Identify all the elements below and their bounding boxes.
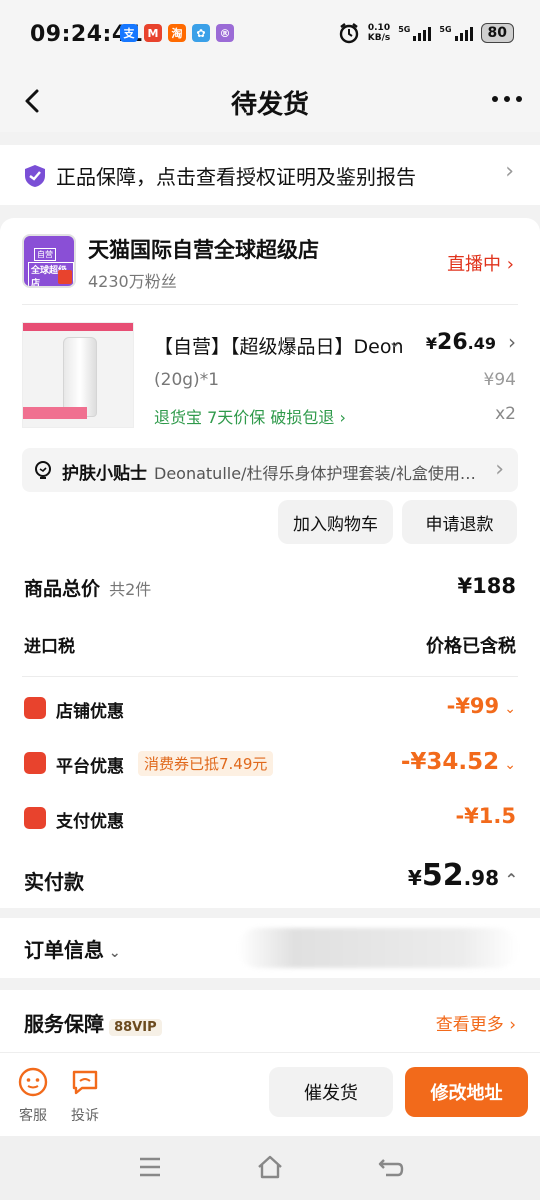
add-to-cart-button[interactable]: 加入购物车: [278, 500, 393, 544]
chevron-right-icon: ›: [506, 254, 514, 275]
chevron-right-icon: ›: [495, 457, 504, 482]
alarm-icon: [339, 23, 358, 44]
net-speed: 0.10 KB/s: [367, 23, 391, 43]
tax-value: 价格已含税: [426, 636, 516, 657]
total-label: 商品总价: [24, 578, 101, 600]
service-label-group: 服务保障 88VIP: [24, 1008, 162, 1037]
home-icon[interactable]: [256, 1154, 284, 1180]
order-info-row[interactable]: 订单信息 ⌄: [0, 918, 540, 978]
status-bar: 09:24:41 支 M 淘 ✿ ® 0.10 KB/s 5G 5G 80: [0, 0, 540, 70]
live-label: 直播中: [447, 254, 502, 275]
live-link[interactable]: 直播中 ›: [447, 250, 514, 276]
voucher-badge: 消费券已抵7.49元: [138, 751, 274, 776]
chevron-right-icon: ›: [505, 159, 514, 184]
authenticity-banner[interactable]: 正品保障，点击查看授权证明及鉴别报告 ›: [0, 145, 540, 205]
signal-icon-2: 5G: [439, 25, 473, 41]
order-info-label: 订单信息 ⌄: [24, 938, 121, 962]
message-complain-icon: [72, 1070, 98, 1095]
chevron-down-icon: ⌄: [104, 945, 121, 961]
system-nav-bar: [0, 1136, 540, 1200]
chevron-up-icon: ⌃: [504, 870, 518, 889]
chevron-down-icon: ⌄: [504, 757, 516, 773]
vip-badge: 88VIP: [109, 1019, 162, 1036]
service-guarantee-row[interactable]: 服务保障 88VIP 查看更多 ›: [0, 990, 540, 1052]
complain-button[interactable]: 投诉: [70, 1067, 100, 1125]
discount-label: 支付优惠: [56, 812, 124, 832]
discount-label: 平台优惠: [56, 757, 124, 777]
product-title[interactable]: 【自营】【超级爆品日】Deonatulle/杜得乐: [154, 332, 402, 359]
divider: [22, 676, 518, 677]
page-header: 待发货: [0, 70, 540, 132]
paid-label: 实付款: [24, 870, 84, 894]
signal-icon: 5G: [398, 25, 432, 41]
shop-fans: 4230万粉丝: [88, 272, 177, 291]
lightbulb-icon: [35, 461, 51, 479]
total-row: 商品总价 共2件: [24, 574, 151, 601]
back-nav-icon[interactable]: [378, 1156, 404, 1178]
tip-text: Deonatulle/杜得乐身体护理套装/礼盒使用指南: [154, 464, 484, 483]
discount-label: 店铺优惠: [56, 702, 124, 722]
chevron-down-icon[interactable]: ⌄: [388, 332, 401, 351]
product-services[interactable]: 退货宝 7天价保 破损包退 ›: [154, 404, 346, 428]
shop-logo[interactable]: 自营 全球超级店: [22, 234, 76, 288]
payment-discount-icon: [24, 807, 46, 829]
view-more-link[interactable]: 查看更多 ›: [436, 1010, 516, 1035]
original-price: ¥94: [483, 370, 516, 390]
chevron-right-icon[interactable]: ›: [508, 330, 516, 354]
shop-discount-icon: [24, 697, 46, 719]
menu-icon[interactable]: [138, 1156, 162, 1178]
divider: [22, 304, 518, 305]
taobao-icon: 淘: [168, 24, 186, 42]
bottom-action-bar: 客服 投诉 催发货 修改地址: [0, 1052, 540, 1136]
battery-indicator: 80: [480, 23, 514, 43]
r-app-icon: ®: [216, 24, 234, 42]
page-title: 待发货: [230, 90, 309, 120]
product-image[interactable]: [22, 322, 134, 428]
total-count: 共2件: [109, 580, 152, 599]
product-price: ¥26.49: [425, 330, 496, 355]
discount-amount: -¥1.5: [455, 804, 516, 828]
shield-icon: [25, 165, 45, 187]
chevron-down-icon: ⌄: [504, 701, 516, 717]
alipay-icon: 支: [120, 24, 138, 42]
product-spec: (20g)*1: [154, 370, 220, 390]
paid-amount[interactable]: ¥52.98 ⌃: [408, 858, 518, 893]
platform-discount-icon: [24, 752, 46, 774]
flower-icon: ✿: [192, 24, 210, 42]
product-quantity: x2: [495, 404, 516, 424]
more-options-icon[interactable]: [492, 96, 522, 102]
request-refund-button[interactable]: 申请退款: [402, 500, 517, 544]
urge-shipment-button[interactable]: 催发货: [269, 1067, 393, 1117]
service-label: 服务保障: [24, 1012, 104, 1036]
status-right: 0.10 KB/s 5G 5G 80: [338, 22, 514, 44]
tax-label: 进口税: [24, 637, 75, 657]
authenticity-text: 正品保障，点击查看授权证明及鉴别报告: [56, 165, 416, 189]
notification-icons: 支 M 淘 ✿ ®: [120, 24, 234, 42]
modify-address-button[interactable]: 修改地址: [405, 1067, 528, 1117]
shop-name[interactable]: 天猫国际自营全球超级店: [88, 234, 319, 264]
smiley-service-icon: [18, 1067, 48, 1097]
skincare-tip[interactable]: 护肤小贴士 Deonatulle/杜得乐身体护理套装/礼盒使用指南 ›: [22, 448, 518, 492]
blurred-order-number: [238, 928, 518, 968]
discount-amount-row[interactable]: -¥34.52 ⌄: [401, 749, 516, 775]
taobao-m-icon: M: [144, 24, 162, 42]
tip-label: 护肤小贴士: [62, 464, 147, 484]
order-card: 自营 全球超级店 天猫国际自营全球超级店 4230万粉丝 直播中 › 【自营】【…: [0, 218, 540, 908]
customer-service-button[interactable]: 客服: [18, 1067, 48, 1125]
total-amount: ¥188: [457, 574, 516, 598]
discount-amount-row[interactable]: -¥99 ⌄: [447, 694, 516, 718]
